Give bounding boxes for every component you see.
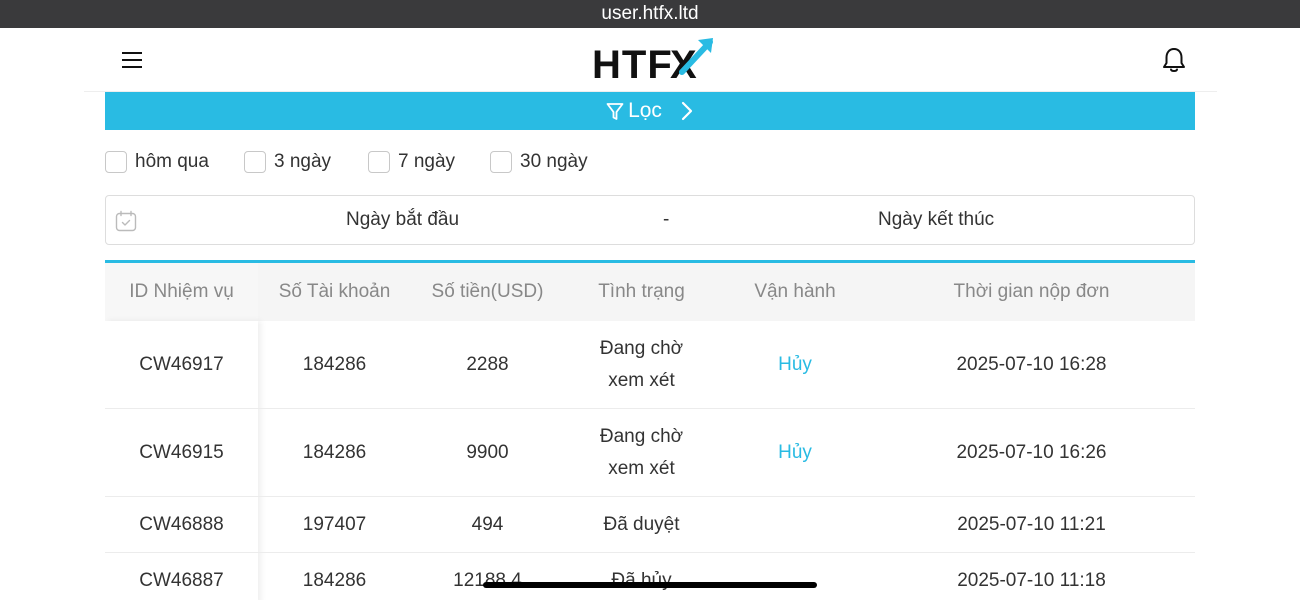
- checkbox-label: 3 ngày: [274, 151, 332, 172]
- checkbox-box[interactable]: [368, 151, 390, 173]
- cell-account: 197407: [302, 513, 367, 535]
- range-yesterday-checkbox[interactable]: hôm qua: [105, 151, 209, 173]
- column-header-submit-time: Thời gian nộp đơn: [953, 281, 1110, 302]
- cell-operation: [719, 497, 871, 552]
- checkbox-label: 7 ngày: [398, 151, 456, 172]
- cell-task-id: CW46887: [139, 569, 224, 591]
- cell-operation: [719, 553, 871, 600]
- cancel-link[interactable]: Hủy: [719, 409, 871, 496]
- range-7-days-checkbox[interactable]: 7 ngày: [368, 151, 455, 173]
- cell-status: Đang chờ xem xét: [564, 321, 719, 408]
- app-header: HTF X: [84, 28, 1217, 92]
- chevron-right-icon: [681, 101, 693, 121]
- cell-status: Đã duyệt: [603, 513, 680, 535]
- cell-task-id: CW46915: [139, 441, 224, 463]
- cancel-link[interactable]: Hủy: [719, 321, 871, 408]
- url-text: user.htfx.ltd: [601, 3, 699, 24]
- status-text: Đang chờ xem xét: [599, 425, 684, 479]
- cell-status: Đang chờ xem xét: [564, 409, 719, 496]
- cell-amount: 494: [471, 513, 504, 535]
- bell-icon[interactable]: [1160, 46, 1188, 74]
- range-30-days-checkbox[interactable]: 30 ngày: [490, 151, 588, 173]
- start-date-input[interactable]: Ngày bắt đầu: [346, 209, 459, 231]
- table-row: CW46888 197407 494 Đã duyệt 2025-07-10 1…: [105, 497, 1195, 553]
- hamburger-icon[interactable]: [122, 52, 142, 69]
- end-date-input[interactable]: Ngày kết thúc: [878, 209, 994, 231]
- cell-task-id: CW46917: [139, 353, 224, 375]
- filter-label: Lọc: [628, 99, 662, 122]
- checkbox-label: hôm qua: [135, 151, 209, 172]
- status-text: Đang chờ xem xét: [599, 337, 684, 391]
- cell-amount: 2288: [466, 353, 509, 375]
- date-range-picker[interactable]: Ngày bắt đầu - Ngày kết thúc: [105, 195, 1195, 245]
- range-3-days-checkbox[interactable]: 3 ngày: [244, 151, 331, 173]
- cell-status: Đã hủy: [611, 569, 672, 591]
- cell-task-id: CW46888: [139, 513, 224, 535]
- checkbox-box[interactable]: [244, 151, 266, 173]
- cell-account: 184286: [302, 353, 367, 375]
- table-row: CW46915 184286 9900 Đang chờ xem xét Hủy…: [105, 409, 1195, 497]
- checkbox-box[interactable]: [105, 151, 127, 173]
- column-header-status: Tình trạng: [598, 281, 685, 302]
- withdrawal-table: ID Nhiệm vụ Số Tài khoản Số tiền(USD) Tì…: [105, 260, 1195, 600]
- browser-url-bar[interactable]: user.htfx.ltd: [0, 0, 1300, 28]
- column-header-account: Số Tài khoản: [278, 281, 391, 302]
- filter-icon: [606, 103, 624, 120]
- cell-submit-time: 2025-07-10 11:18: [957, 569, 1106, 591]
- svg-text:HTF: HTF: [592, 43, 673, 84]
- cell-amount: 9900: [466, 441, 509, 463]
- cell-submit-time: 2025-07-10 16:28: [956, 353, 1107, 375]
- checkbox-box[interactable]: [490, 151, 512, 173]
- date-range-separator: -: [663, 209, 670, 230]
- column-header-operation: Vận hành: [754, 281, 836, 302]
- filter-toggle-button[interactable]: Lọc: [105, 92, 1195, 130]
- cell-submit-time: 2025-07-10 16:26: [956, 441, 1107, 463]
- column-header-amount: Số tiền(USD): [431, 281, 544, 302]
- checkbox-label: 30 ngày: [520, 151, 588, 172]
- table-row: CW46917 184286 2288 Đang chờ xem xét Hủy…: [105, 321, 1195, 409]
- column-header-task-id: ID Nhiệm vụ: [129, 281, 234, 302]
- table-row: CW46887 184286 12188.4 Đã hủy 2025-07-10…: [105, 553, 1195, 600]
- cell-amount: 12188.4: [453, 569, 522, 591]
- calendar-icon: [115, 210, 137, 232]
- table-header: ID Nhiệm vụ Số Tài khoản Số tiền(USD) Tì…: [105, 263, 1195, 321]
- htfx-logo[interactable]: HTF X: [592, 36, 716, 84]
- cell-submit-time: 2025-07-10 11:21: [957, 513, 1106, 535]
- home-indicator[interactable]: [483, 582, 817, 588]
- cell-account: 184286: [302, 569, 367, 591]
- cell-account: 184286: [302, 441, 367, 463]
